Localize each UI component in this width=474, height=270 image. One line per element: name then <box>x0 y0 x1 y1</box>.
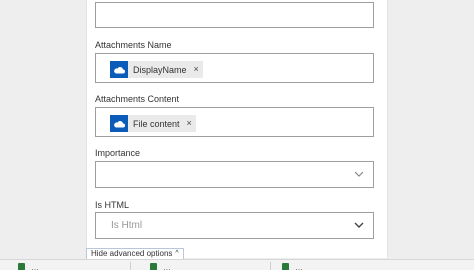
displayname-token[interactable]: DisplayName × <box>110 61 203 78</box>
onedrive-cloud-icon <box>110 61 128 78</box>
bottom-steps-bar: … … … <box>0 259 474 270</box>
chevron-down-icon[interactable] <box>354 170 364 178</box>
step-item-1[interactable]: … <box>18 262 39 270</box>
step-label: … <box>163 262 171 270</box>
excel-icon <box>18 263 25 270</box>
attachments-content-label: Attachments Content <box>95 94 180 104</box>
importance-label: Importance <box>95 148 141 158</box>
onedrive-cloud-icon <box>110 115 128 132</box>
divider <box>270 262 271 270</box>
remove-token-icon[interactable]: × <box>180 119 192 128</box>
excel-icon <box>150 263 157 270</box>
action-card: Attachments Name DisplayName × Attachmen… <box>86 0 388 258</box>
chevron-down-icon[interactable] <box>354 221 364 229</box>
attachments-name-label: Attachments Name <box>95 40 172 50</box>
importance-dropdown[interactable] <box>95 161 374 188</box>
designer-canvas: Attachments Name DisplayName × Attachmen… <box>0 0 474 270</box>
token-label: DisplayName <box>133 64 187 75</box>
step-label: … <box>295 262 303 270</box>
excel-icon <box>282 263 289 270</box>
divider <box>130 262 131 270</box>
is-html-placeholder: Is Html <box>111 220 143 231</box>
step-label: … <box>31 262 39 270</box>
attachments-content-input[interactable]: File content × <box>95 107 374 137</box>
file-content-token[interactable]: File content × <box>110 115 196 132</box>
attachments-name-input[interactable]: DisplayName × <box>95 53 374 83</box>
previous-field-input[interactable] <box>95 2 374 28</box>
token-label: File content <box>133 118 180 129</box>
is-html-dropdown[interactable]: Is Html <box>95 212 374 239</box>
remove-token-icon[interactable]: × <box>187 65 199 74</box>
step-item-3[interactable]: … <box>282 262 303 270</box>
is-html-label: Is HTML <box>95 200 130 210</box>
step-item-2[interactable]: … <box>150 262 171 270</box>
